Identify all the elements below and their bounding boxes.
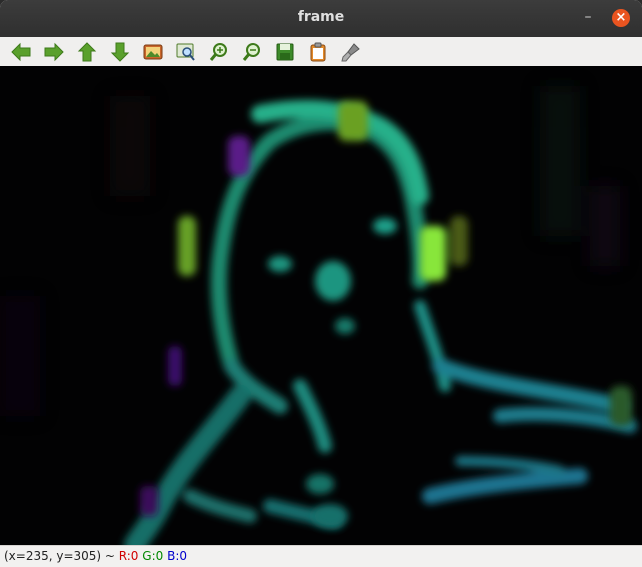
zoom-in-button[interactable]	[208, 41, 230, 63]
arrow-down-icon	[110, 42, 130, 62]
brush-icon	[341, 43, 360, 62]
clipboard-icon	[310, 42, 326, 62]
pan-right-button[interactable]	[43, 41, 65, 63]
properties-button[interactable]	[340, 41, 362, 63]
close-button[interactable]: ×	[612, 9, 630, 27]
copy-to-clipboard-button[interactable]	[307, 41, 329, 63]
toolbar	[0, 37, 642, 67]
status-bar: (x=235, y=305) ~ R:0 G:0 B:0	[0, 545, 642, 567]
app-window: frame – × (x=235, y=305) ~ R:0 G:0 B:0	[0, 0, 642, 567]
zoom-fit-icon	[176, 43, 195, 61]
image-icon	[143, 44, 163, 60]
zoom-out-icon	[242, 43, 260, 61]
save-icon	[276, 43, 294, 61]
zoom-out-button[interactable]	[241, 41, 263, 63]
zoom-original-button[interactable]	[142, 41, 164, 63]
window-title: frame	[297, 9, 345, 25]
blue-value: B:0	[167, 549, 188, 563]
zoom-fit-button[interactable]	[175, 41, 197, 63]
green-value: G:0	[142, 549, 164, 563]
title-bar[interactable]: frame – ×	[0, 0, 642, 38]
red-value: R:0	[118, 549, 139, 563]
minimize-button[interactable]: –	[580, 9, 596, 25]
image-view[interactable]	[0, 66, 642, 545]
pan-left-button[interactable]	[10, 41, 32, 63]
arrow-up-icon	[77, 42, 97, 62]
arrow-left-icon	[11, 42, 31, 62]
pan-up-button[interactable]	[76, 41, 98, 63]
save-button[interactable]	[274, 41, 296, 63]
arrow-right-icon	[44, 42, 64, 62]
cursor-coordinates: (x=235, y=305) ~	[4, 549, 119, 563]
camera-frame-image	[0, 66, 642, 545]
pan-down-button[interactable]	[109, 41, 131, 63]
zoom-in-icon	[209, 43, 227, 61]
